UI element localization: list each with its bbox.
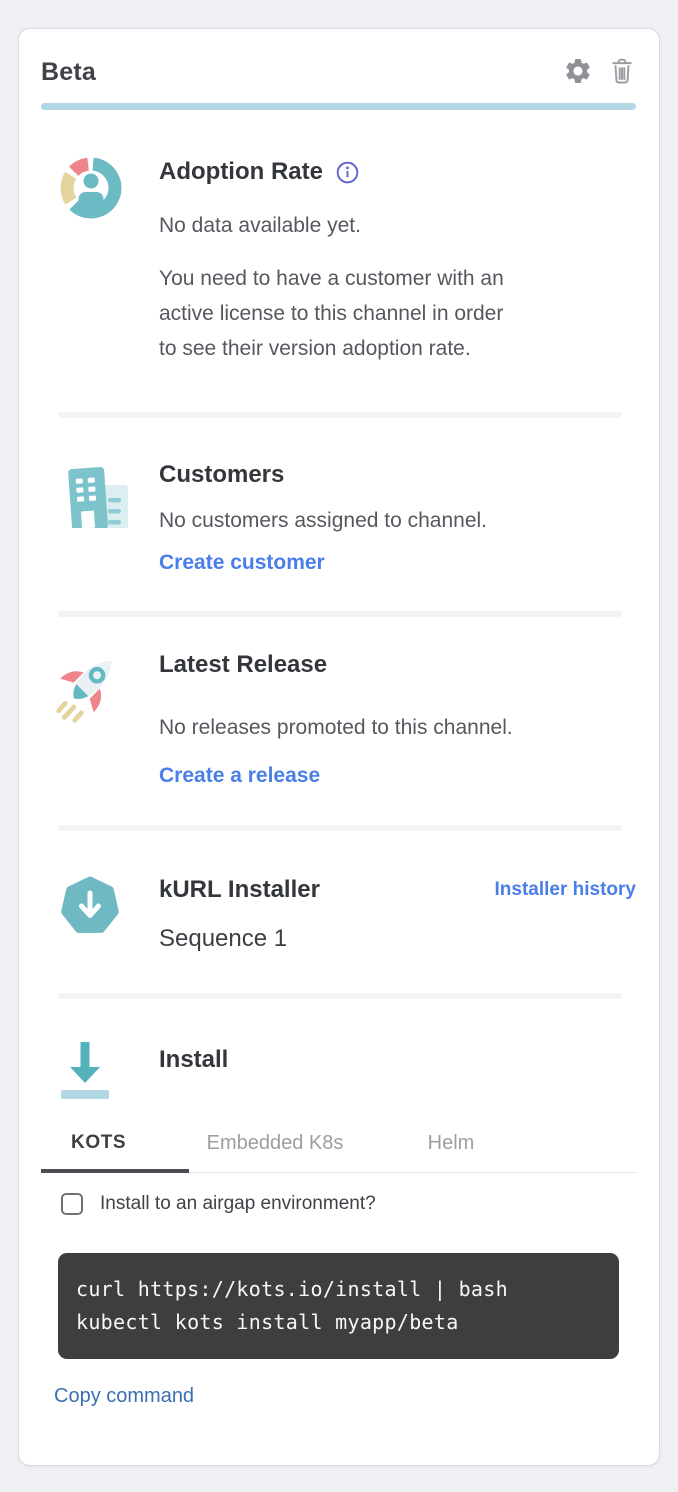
install-section: Install [41, 1038, 636, 1102]
kurl-installer-section: kURL Installer Installer history Sequenc… [41, 873, 636, 956]
adoption-rate-empty-message: No data available yet. [159, 211, 629, 241]
tab-filler [541, 1132, 636, 1173]
card-header: Beta [41, 55, 636, 89]
section-divider [58, 825, 622, 831]
kurl-heptagon-download-icon [58, 873, 122, 956]
latest-release-section: Latest Release No releases promoted to t… [41, 648, 636, 791]
tab-embedded-k8s[interactable]: Embedded K8s [189, 1132, 361, 1173]
header-actions [563, 56, 636, 89]
info-icon[interactable] [336, 161, 359, 184]
airgap-row: Install to an airgap environment? [61, 1193, 636, 1215]
adoption-rate-title: Adoption Rate [159, 155, 323, 189]
installer-history-link[interactable]: Installer history [495, 873, 637, 907]
install-title: Install [159, 1043, 228, 1077]
channel-delete-button[interactable] [608, 56, 636, 89]
latest-release-empty-message: No releases promoted to this channel. [159, 713, 513, 743]
customers-building-icon [58, 458, 128, 578]
channel-settings-button[interactable] [563, 56, 593, 89]
tab-kots[interactable]: KOTS [41, 1132, 189, 1173]
install-tabs: KOTS Embedded K8s Helm [41, 1132, 636, 1173]
adoption-donut-icon [58, 155, 124, 366]
install-download-icon [58, 1038, 112, 1102]
channel-accent-bar [41, 103, 636, 110]
create-release-link[interactable]: Create a release [159, 761, 320, 791]
install-command-line: kubectl kots install myapp/beta [76, 1306, 601, 1339]
create-customer-link[interactable]: Create customer [159, 548, 325, 578]
kurl-installer-sequence: Sequence 1 [159, 922, 636, 956]
latest-release-title: Latest Release [159, 648, 513, 682]
section-divider [58, 412, 622, 418]
channel-card: Beta [18, 28, 660, 1466]
adoption-rate-help-text: You need to have a customer with an acti… [159, 261, 629, 366]
customers-empty-message: No customers assigned to channel. [159, 506, 487, 536]
airgap-checkbox-label[interactable]: Install to an airgap environment? [100, 1193, 376, 1215]
install-command-block: curl https://kots.io/install | bash kube… [58, 1253, 619, 1359]
gear-icon [563, 56, 593, 89]
channel-name: Beta [41, 58, 96, 87]
tab-helm[interactable]: Helm [361, 1132, 541, 1173]
airgap-checkbox[interactable] [61, 1193, 83, 1215]
kurl-installer-title: kURL Installer [159, 873, 320, 907]
customers-title: Customers [159, 458, 487, 492]
adoption-rate-section: Adoption Rate No data available yet. You… [41, 155, 636, 366]
release-rocket-icon [51, 648, 127, 791]
copy-command-link[interactable]: Copy command [54, 1382, 194, 1410]
customers-section: Customers No customers assigned to chann… [41, 458, 636, 578]
trash-icon [608, 56, 636, 89]
section-divider [58, 993, 622, 999]
install-command-line: curl https://kots.io/install | bash [76, 1273, 601, 1306]
section-divider [58, 611, 622, 617]
